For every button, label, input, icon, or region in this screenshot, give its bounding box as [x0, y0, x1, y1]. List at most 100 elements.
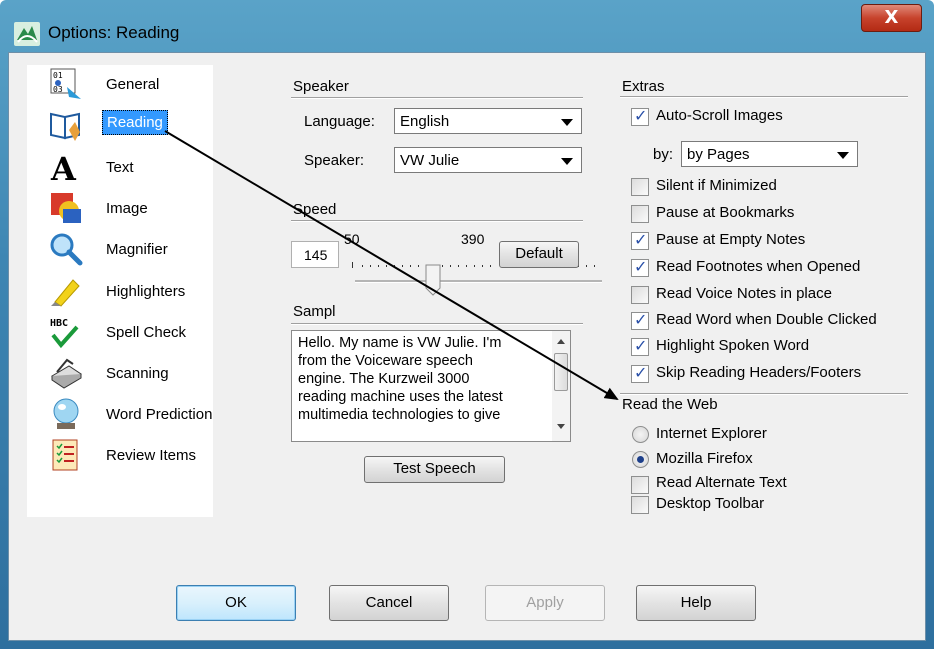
sample-line: reading machine uses the latest	[298, 389, 503, 405]
speed-max-label: 390	[461, 231, 485, 247]
sample-section-label: Sampl	[293, 303, 336, 320]
sidebar-item-word-prediction[interactable]: Word Prediction	[27, 397, 213, 431]
check-mark-icon: ✓	[634, 363, 648, 382]
sidebar-item-image[interactable]: Image	[27, 191, 213, 225]
sidebar-item-label: Text	[106, 159, 134, 176]
options-sidebar: 01 03 General Reading A Text Image Magni…	[27, 65, 213, 517]
read-voice-notes-checkbox[interactable]	[631, 286, 649, 304]
sidebar-item-review-items[interactable]: Review Items	[27, 438, 213, 472]
radio-dot-icon	[637, 456, 644, 463]
sample-divider	[291, 323, 583, 325]
speed-value-box: 145	[291, 241, 339, 268]
scroll-down-icon[interactable]	[556, 423, 566, 431]
speed-slider-track[interactable]	[355, 280, 602, 283]
read-alternate-text-checkbox[interactable]	[631, 476, 649, 494]
auto-scroll-label: Auto-Scroll Images	[656, 107, 783, 124]
speed-section-label: Speed	[293, 201, 337, 218]
sidebar-item-label: General	[106, 76, 160, 93]
cancel-button[interactable]: Cancel	[329, 585, 449, 621]
sidebar-item-label: Scanning	[106, 365, 169, 382]
skip-headers-footers-checkbox[interactable]: ✓	[631, 363, 649, 383]
highlighter-icon	[51, 279, 80, 307]
extras-section-label: Extras	[622, 78, 665, 95]
sidebar-item-label: Magnifier	[106, 241, 168, 258]
title-bar[interactable]: Options: Reading X	[0, 0, 934, 50]
text-a-icon: A	[50, 150, 77, 184]
svg-text:HBC: HBC	[50, 318, 68, 329]
speaker-value: VW Julie	[400, 152, 460, 169]
check-mark-icon: ✓	[634, 310, 648, 329]
general-icon: 01 03	[50, 68, 81, 99]
option-label: Pause at Bookmarks	[656, 204, 795, 221]
sample-text-area[interactable]: Hello. My name is VW Julie. I'm from the…	[291, 330, 553, 442]
speaker-divider	[291, 97, 583, 99]
sidebar-item-text[interactable]: A Text	[27, 150, 213, 184]
option-label: Read Voice Notes in place	[656, 285, 832, 302]
chevron-down-icon	[561, 158, 573, 165]
sidebar-item-reading[interactable]: Reading	[27, 108, 213, 142]
pause-empty-notes-checkbox[interactable]: ✓	[631, 230, 649, 250]
highlight-spoken-word-checkbox[interactable]: ✓	[631, 336, 649, 356]
sidebar-item-label: Highlighters	[106, 283, 186, 300]
scanner-icon	[51, 358, 82, 389]
speed-value: 145	[304, 247, 328, 263]
radio-label: Internet Explorer	[656, 425, 767, 442]
svg-text:03: 03	[53, 85, 63, 94]
svg-text:01: 01	[53, 71, 63, 80]
pause-bookmarks-checkbox[interactable]	[631, 205, 649, 223]
silent-minimized-checkbox[interactable]	[631, 178, 649, 196]
language-value: English	[400, 113, 450, 130]
sidebar-item-scanning[interactable]: Scanning	[27, 356, 213, 390]
by-label: by:	[653, 146, 674, 163]
check-mark-icon: ✓	[634, 106, 648, 125]
sidebar-item-label: Word Prediction	[106, 406, 213, 423]
book-reading-icon	[50, 112, 80, 141]
spell-check-icon: HBC	[50, 318, 79, 349]
extras-divider	[620, 96, 908, 98]
mozilla-firefox-radio[interactable]	[632, 451, 649, 468]
sample-line: Hello. My name is VW Julie. I'm	[298, 335, 502, 351]
option-label: Desktop Toolbar	[656, 495, 765, 512]
web-divider	[620, 393, 908, 395]
app-logo-icon	[14, 22, 40, 46]
option-label: Read Footnotes when Opened	[656, 258, 861, 275]
option-label: Pause at Empty Notes	[656, 231, 806, 248]
scrollbar-thumb[interactable]	[554, 353, 568, 391]
sidebar-item-label: Spell Check	[106, 324, 187, 341]
speaker-label: Speaker:	[304, 152, 365, 169]
desktop-toolbar-checkbox[interactable]	[631, 496, 649, 514]
default-speed-button[interactable]: Default	[499, 241, 579, 268]
sidebar-item-general[interactable]: 01 03 General	[27, 67, 213, 101]
crystal-ball-icon	[53, 398, 79, 429]
ok-button[interactable]: OK	[176, 585, 296, 621]
internet-explorer-radio[interactable]	[632, 426, 649, 443]
auto-scroll-checkbox[interactable]: ✓	[631, 106, 649, 126]
sidebar-item-spell-check[interactable]: HBC Spell Check	[27, 315, 213, 349]
speaker-dropdown[interactable]: VW Julie	[394, 147, 582, 173]
option-label: Silent if Minimized	[656, 177, 777, 194]
option-label: Skip Reading Headers/Footers	[656, 364, 862, 381]
window-title: Options: Reading	[48, 23, 180, 42]
sample-scrollbar[interactable]	[552, 330, 571, 442]
language-dropdown[interactable]: English	[394, 108, 582, 134]
read-footnotes-checkbox[interactable]: ✓	[631, 257, 649, 277]
radio-label: Mozilla Firefox	[656, 450, 753, 467]
speed-slider-thumb[interactable]	[425, 264, 441, 296]
scroll-by-value: by Pages	[687, 146, 750, 163]
sample-line: engine. The Kurzweil 3000	[298, 371, 470, 387]
magnifier-icon	[50, 233, 83, 266]
option-label: Read Word when Double Clicked	[656, 311, 877, 328]
sidebar-item-highlighters[interactable]: Highlighters	[27, 274, 213, 308]
sidebar-item-magnifier[interactable]: Magnifier	[27, 232, 213, 266]
sample-line: from the Voiceware speech	[298, 353, 473, 369]
test-speech-button[interactable]: Test Speech	[364, 456, 505, 483]
help-button[interactable]: Help	[636, 585, 756, 621]
speed-divider	[291, 220, 583, 222]
scroll-by-dropdown[interactable]: by Pages	[681, 141, 858, 167]
apply-button[interactable]: Apply	[485, 585, 605, 621]
review-list-icon	[52, 439, 78, 471]
scroll-up-icon[interactable]	[556, 337, 566, 345]
read-word-double-click-checkbox[interactable]: ✓	[631, 310, 649, 330]
svg-text:A: A	[50, 150, 77, 184]
close-button[interactable]: X	[861, 4, 922, 32]
